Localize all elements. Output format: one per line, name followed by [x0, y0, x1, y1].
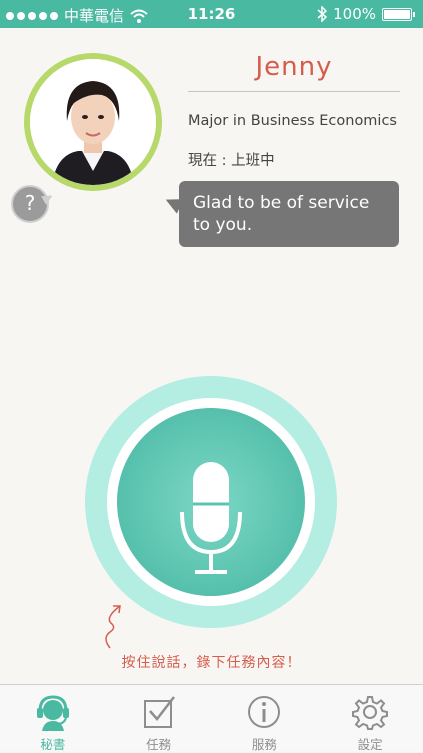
battery-icon — [382, 7, 412, 21]
info-icon — [248, 696, 281, 728]
person-portrait-icon — [30, 59, 156, 185]
question-icon: ? — [24, 191, 36, 215]
microphone-icon — [180, 462, 242, 574]
tab-services[interactable]: 服務 — [212, 685, 318, 752]
status-right: 100% — [317, 5, 415, 23]
tab-label: 秘書 — [40, 737, 66, 752]
speech-bubble: Glad to be of service to you. — [179, 181, 399, 247]
tab-bar: 秘書 任務 服務 設定 — [0, 684, 423, 752]
gear-icon — [352, 696, 389, 730]
record-button-ring — [107, 398, 315, 606]
avatar-photo — [30, 59, 156, 185]
battery-tip — [413, 11, 415, 17]
tab-label: 設定 — [357, 737, 383, 752]
tab-settings[interactable]: 設定 — [317, 685, 423, 752]
curly-arrow-icon — [105, 605, 121, 649]
headset-icon — [36, 695, 69, 731]
secretary-name: Jenny — [255, 52, 333, 82]
tab-tasks[interactable]: 任務 — [106, 685, 212, 752]
secretary-major: Major in Business Economics — [188, 113, 397, 129]
secretary-status: 現在 : 上班中 — [188, 153, 275, 169]
speech-text: Glad to be of service to you. — [193, 193, 370, 235]
avatar[interactable] — [24, 53, 162, 191]
record-button[interactable] — [85, 376, 337, 628]
status-bar: 中華電信 11:26 100% — [0, 0, 423, 28]
tab-secretary[interactable]: 秘書 — [0, 685, 106, 752]
tab-label: 服務 — [251, 737, 277, 752]
battery-percent: 100% — [333, 5, 376, 23]
record-button-core — [117, 408, 305, 596]
tab-label: 任務 — [146, 737, 172, 752]
bluetooth-icon — [317, 6, 328, 22]
checkbox-icon — [143, 696, 175, 728]
divider — [188, 91, 400, 92]
help-button[interactable]: ? — [11, 185, 49, 223]
record-hint: 按住說話，錄下任務內容！ — [121, 655, 302, 671]
